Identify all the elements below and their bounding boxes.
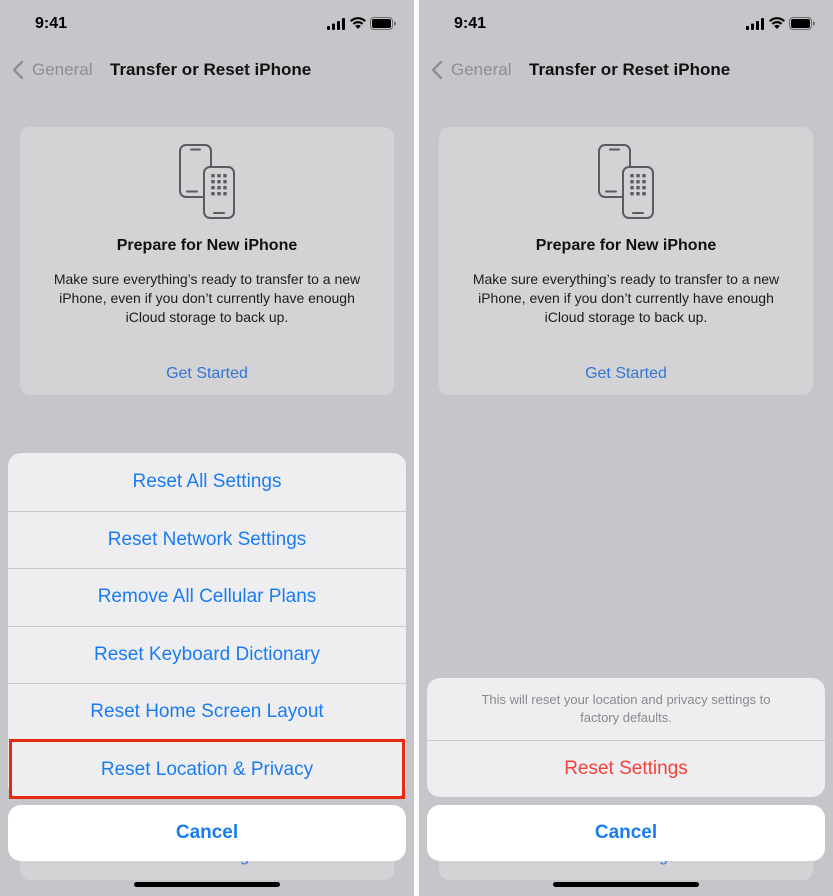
chevron-left-icon: [12, 60, 24, 80]
card-description: Make sure everything’s ready to transfer…: [20, 270, 394, 327]
cancel-button[interactable]: Cancel: [8, 805, 406, 861]
card-title: Prepare for New iPhone: [535, 237, 717, 254]
card-description-line: Make sure everything’s ready to transfer…: [472, 271, 780, 287]
cancel-button[interactable]: Cancel: [427, 805, 825, 861]
reset-home-screen-layout-button[interactable]: Reset Home Screen Layout: [8, 683, 406, 741]
get-started-button[interactable]: Get Started: [20, 364, 394, 384]
remove-cellular-plans-button[interactable]: Remove All Cellular Plans: [8, 568, 406, 626]
two-phones-icon: [178, 144, 236, 220]
page-title: Transfer or Reset iPhone: [110, 60, 312, 79]
card-description-line: iPhone, even if you don’t currently have…: [478, 290, 774, 306]
left-screen: 9:41 General Transfer or Reset iPhone Pr…: [0, 0, 414, 896]
battery-icon: [789, 17, 815, 30]
confirm-reset-sheet: This will reset your location and privac…: [427, 678, 825, 797]
card-description-line: iCloud storage to back up.: [125, 309, 289, 325]
wifi-icon: [350, 17, 366, 29]
card-description-line: Make sure everything’s ready to transfer…: [53, 271, 361, 287]
card-description: Make sure everything’s ready to transfer…: [439, 270, 813, 327]
card-description-line: iPhone, even if you don’t currently have…: [59, 290, 355, 306]
wifi-icon: [769, 17, 785, 29]
back-label: General: [32, 60, 93, 79]
two-phones-icon: [597, 144, 655, 220]
reset-options-sheet: Reset All Settings Reset Network Setting…: [8, 453, 406, 798]
home-indicator: [134, 882, 280, 887]
reset-location-privacy-button[interactable]: Reset Location & Privacy: [8, 740, 406, 799]
confirm-message-line: factory defaults.: [580, 710, 672, 725]
card-description-line: iCloud storage to back up.: [544, 309, 708, 325]
card-title: Prepare for New iPhone: [116, 237, 298, 254]
status-time: 9:41: [454, 15, 487, 32]
chevron-left-icon: [431, 60, 443, 80]
back-button[interactable]: General: [431, 58, 511, 82]
back-button[interactable]: General: [12, 58, 92, 82]
confirm-message-line: This will reset your location and privac…: [481, 692, 771, 707]
get-started-button[interactable]: Get Started: [439, 364, 813, 384]
reset-keyboard-dictionary-button[interactable]: Reset Keyboard Dictionary: [8, 625, 406, 684]
home-indicator: [553, 882, 699, 887]
reset-all-settings-button[interactable]: Reset All Settings: [8, 453, 406, 511]
cellular-signal-icon: [327, 18, 345, 30]
cellular-signal-icon: [746, 18, 764, 30]
back-label: General: [451, 60, 512, 79]
reset-network-settings-button[interactable]: Reset Network Settings: [8, 510, 406, 569]
page-title: Transfer or Reset iPhone: [529, 60, 731, 79]
status-time: 9:41: [35, 15, 68, 32]
confirm-message: This will reset your location and privac…: [427, 678, 825, 740]
reset-settings-button[interactable]: Reset Settings: [427, 740, 825, 797]
right-screen: 9:41 General Transfer or Reset iPhone Pr…: [419, 0, 833, 896]
battery-icon: [370, 17, 396, 30]
